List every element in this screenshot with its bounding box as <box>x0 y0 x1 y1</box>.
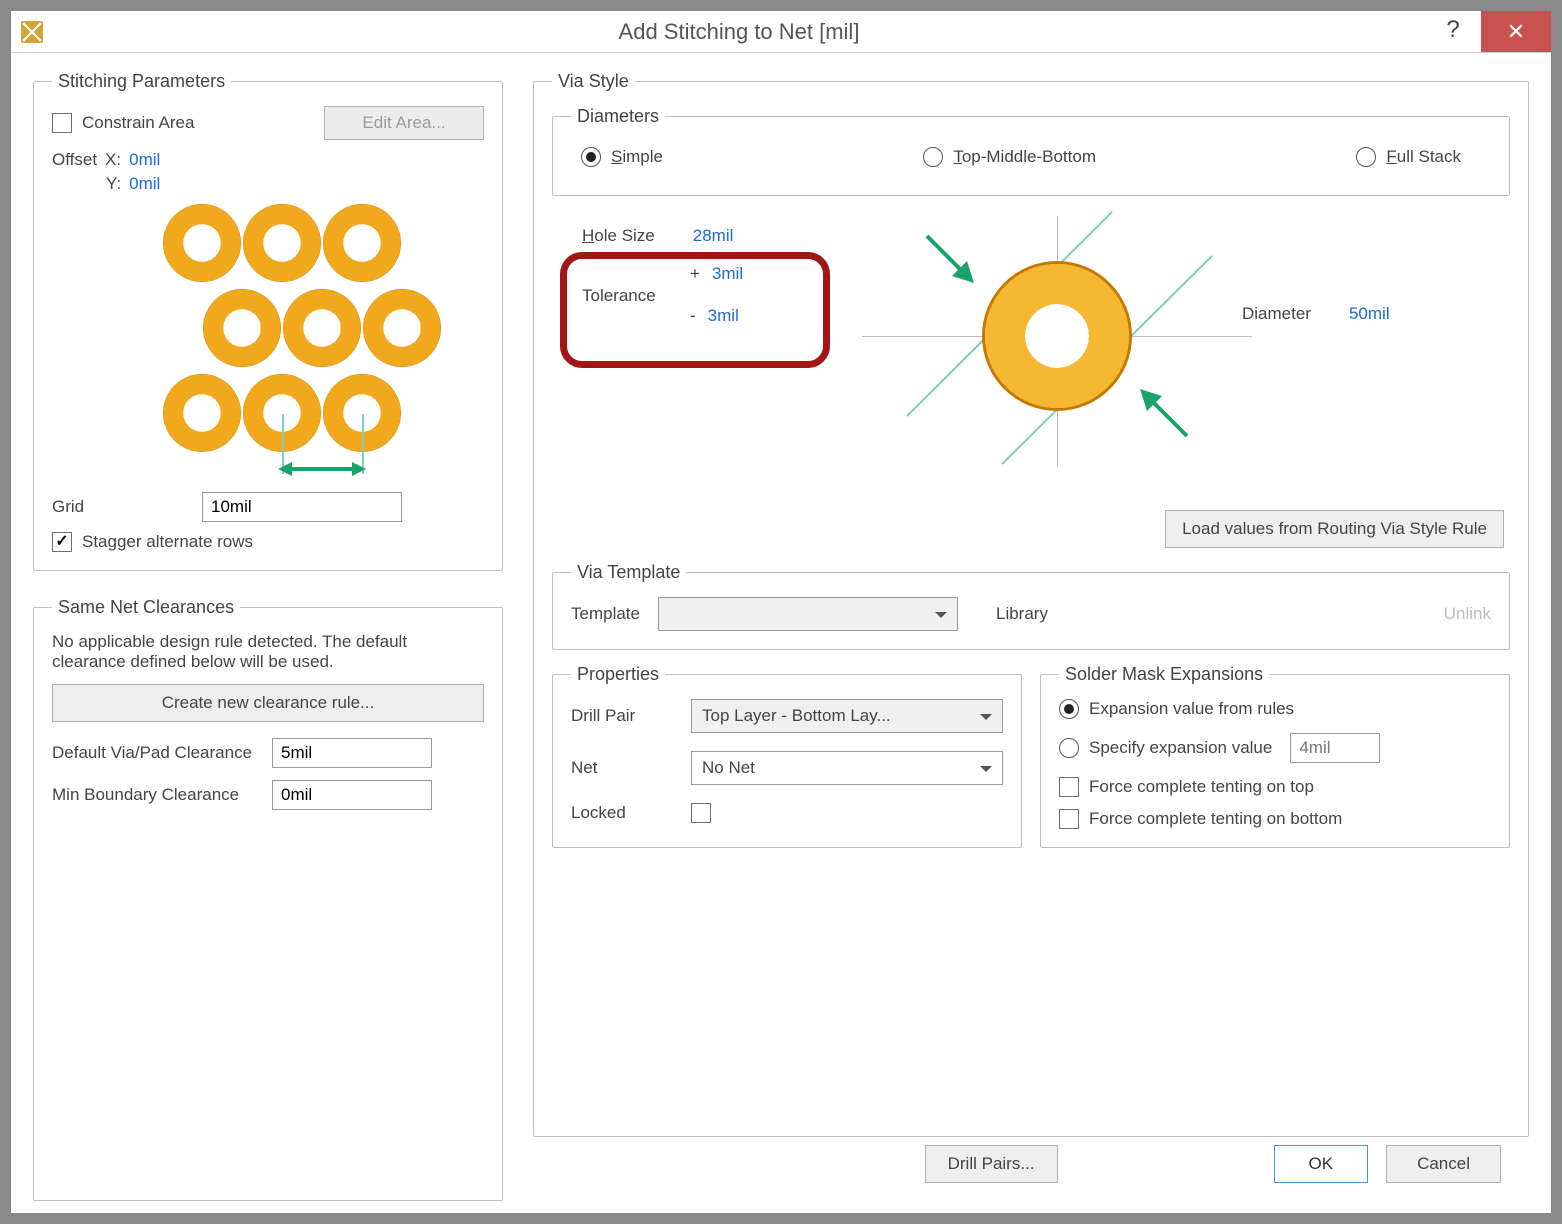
checkbox-icon <box>52 113 72 133</box>
clearance-message: No applicable design rule detected. The … <box>52 632 452 672</box>
properties-group: Properties Drill Pair Top Layer - Bottom… <box>552 664 1022 848</box>
dialog-title: Add Stitching to Net [mil] <box>53 11 1425 52</box>
tent-bottom-label: Force complete tenting on bottom <box>1089 809 1342 829</box>
cancel-button[interactable]: Cancel <box>1386 1145 1501 1183</box>
highlight-annotation <box>560 252 830 368</box>
specify-expansion-label: Specify expansion value <box>1089 738 1272 758</box>
edit-area-button[interactable]: Edit Area... <box>324 106 484 140</box>
unlink-button[interactable]: Unlink <box>1444 604 1491 624</box>
offset-y-label: Y: <box>106 174 121 194</box>
dialog-window: Add Stitching to Net [mil] ? ✕ Stitching… <box>10 10 1552 1214</box>
via-style-group: Via Style Diameters Simple Top-Middle-Bo… <box>533 71 1529 1137</box>
diameters-tmb-radio[interactable]: Top-Middle-Bottom <box>923 147 1096 167</box>
stitching-legend: Stitching Parameters <box>52 71 231 92</box>
via-pattern-preview <box>118 204 418 484</box>
clearances-legend: Same Net Clearances <box>52 597 240 618</box>
solder-legend: Solder Mask Expansions <box>1059 664 1269 685</box>
stagger-label: Stagger alternate rows <box>82 532 253 552</box>
stagger-checkbox[interactable]: Stagger alternate rows <box>52 532 484 552</box>
constrain-area-label: Constrain Area <box>82 113 194 133</box>
ok-button[interactable]: OK <box>1274 1145 1369 1183</box>
title-bar: Add Stitching to Net [mil] ? ✕ <box>11 11 1551 53</box>
create-clearance-rule-button[interactable]: Create new clearance rule... <box>52 684 484 722</box>
via-diagram <box>852 206 1272 486</box>
diameter-label: Diameter <box>1242 304 1311 324</box>
tent-top-checkbox[interactable]: Force complete tenting on top <box>1059 777 1491 797</box>
properties-legend: Properties <box>571 664 665 685</box>
diameters-simple-radio[interactable]: Simple <box>581 147 663 167</box>
spacing-arrow-icon <box>278 458 366 480</box>
hole-size-value[interactable]: 28mil <box>693 226 734 246</box>
locked-checkbox[interactable] <box>691 803 711 823</box>
same-net-clearances-group: Same Net Clearances No applicable design… <box>33 597 503 1201</box>
tmb-label-rest: op-Middle-Bottom <box>962 147 1096 166</box>
default-clearance-label: Default Via/Pad Clearance <box>52 743 262 763</box>
offset-label: Offset <box>52 150 97 170</box>
drill-pairs-button[interactable]: Drill Pairs... <box>925 1145 1058 1183</box>
diameters-full-stack-radio[interactable]: Full Stack <box>1356 147 1461 167</box>
offset-x-value[interactable]: 0mil <box>129 150 160 170</box>
hole-size-label-rest: ole Size <box>594 226 654 245</box>
net-value: No Net <box>702 758 755 778</box>
specify-expansion-radio[interactable]: Specify expansion value <box>1059 733 1491 763</box>
offset-y-value[interactable]: 0mil <box>129 174 160 194</box>
net-select[interactable]: No Net <box>691 751 1003 785</box>
min-boundary-label: Min Boundary Clearance <box>52 785 262 805</box>
close-button[interactable]: ✕ <box>1481 11 1551 52</box>
checkbox-icon <box>1059 809 1079 829</box>
library-label: Library <box>996 604 1048 624</box>
simple-label-rest: imple <box>622 147 663 166</box>
template-label: Template <box>571 604 640 624</box>
tent-top-label: Force complete tenting on top <box>1089 777 1314 797</box>
min-boundary-input[interactable] <box>272 780 432 810</box>
drill-pair-label: Drill Pair <box>571 706 681 726</box>
radio-icon <box>923 147 943 167</box>
grid-input[interactable] <box>202 492 402 522</box>
expansion-from-rules-label: Expansion value from rules <box>1089 699 1294 719</box>
via-template-group: Via Template Template Library Unlink <box>552 562 1510 650</box>
offset-x-label: X: <box>105 150 121 170</box>
constrain-area-checkbox[interactable]: Constrain Area <box>52 113 194 133</box>
solder-mask-group: Solder Mask Expansions Expansion value f… <box>1040 664 1510 848</box>
checkbox-icon <box>52 532 72 552</box>
drill-pair-select[interactable]: Top Layer - Bottom Lay... <box>691 699 1003 733</box>
load-via-style-rule-button[interactable]: Load values from Routing Via Style Rule <box>1165 510 1504 548</box>
net-label: Net <box>571 758 681 778</box>
fullstack-label-rest: ull Stack <box>1397 147 1461 166</box>
help-button[interactable]: ? <box>1425 11 1481 52</box>
radio-icon <box>581 147 601 167</box>
default-clearance-input[interactable] <box>272 738 432 768</box>
diameter-value[interactable]: 50mil <box>1349 304 1390 324</box>
specify-expansion-input[interactable] <box>1290 733 1380 763</box>
checkbox-icon <box>1059 777 1079 797</box>
app-icon <box>11 11 53 52</box>
template-select[interactable] <box>658 597 958 631</box>
radio-icon <box>1059 738 1079 758</box>
via-template-legend: Via Template <box>571 562 686 583</box>
stitching-parameters-group: Stitching Parameters Constrain Area Edit… <box>33 71 503 571</box>
diameters-group: Diameters Simple Top-Middle-Bottom Fu <box>552 106 1510 196</box>
grid-label: Grid <box>52 497 192 517</box>
drill-pair-value: Top Layer - Bottom Lay... <box>702 706 891 726</box>
via-style-legend: Via Style <box>552 71 635 92</box>
expansion-from-rules-radio[interactable]: Expansion value from rules <box>1059 699 1491 719</box>
diameters-legend: Diameters <box>571 106 665 127</box>
radio-icon <box>1356 147 1376 167</box>
radio-icon <box>1059 699 1079 719</box>
locked-label: Locked <box>571 803 681 823</box>
tent-bottom-checkbox[interactable]: Force complete tenting on bottom <box>1059 809 1491 829</box>
